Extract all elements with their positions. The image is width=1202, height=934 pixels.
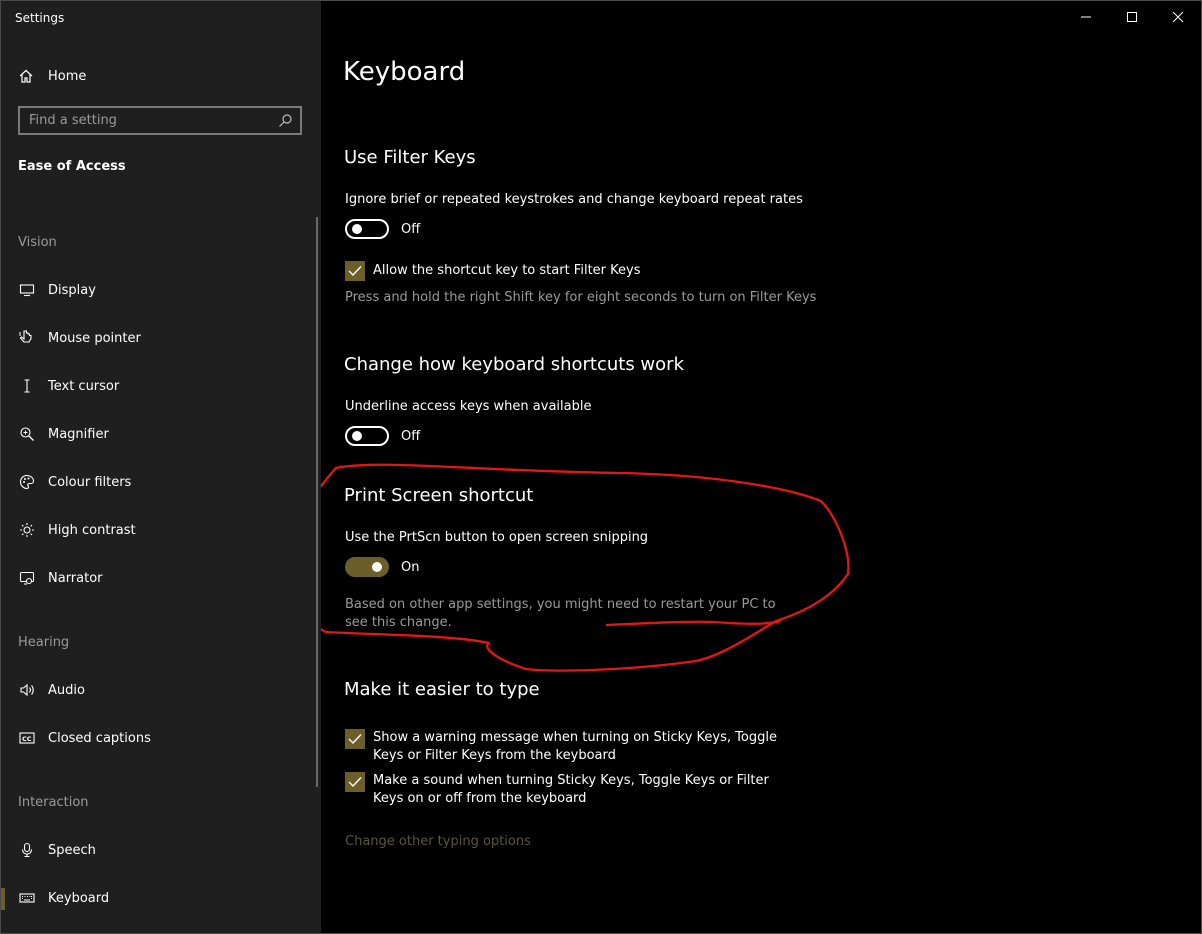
filter-keys-toggle[interactable] (345, 219, 389, 239)
keyboard-icon (18, 889, 36, 907)
print-screen-note: Based on other app settings, you might n… (345, 597, 776, 630)
sound-checkbox-row[interactable]: Make a sound when turning Sticky Keys, T… (345, 772, 793, 808)
sidebar-item-audio[interactable]: Audio (1, 672, 313, 708)
close-icon (1172, 11, 1184, 23)
print-screen-toggle[interactable] (345, 557, 389, 577)
checkmark-icon (348, 266, 362, 277)
print-screen-description: Use the PrtScn button to open screen sni… (345, 530, 649, 545)
display-icon (18, 281, 36, 299)
closed-captions-icon: CC (18, 729, 36, 747)
sidebar-item-label: Narrator (48, 570, 103, 586)
text-cursor-icon (18, 377, 36, 395)
checkbox-label: Make a sound when turning Sticky Keys, T… (373, 773, 769, 806)
group-label-hearing: Hearing (18, 635, 70, 650)
print-screen-heading: Print Screen shortcut (344, 485, 534, 506)
close-button[interactable] (1155, 1, 1201, 33)
checkbox-label: Allow the shortcut key to start Filter K… (373, 263, 641, 278)
sidebar-item-mouse-pointer[interactable]: Mouse pointer (1, 320, 313, 356)
filter-keys-description: Ignore brief or repeated keystrokes and … (345, 192, 803, 207)
underline-keys-toggle-row[interactable]: Off (345, 426, 420, 446)
app-title: Settings (15, 11, 65, 25)
sidebar: Settings Home Ease of Access Vision Disp… (1, 1, 321, 933)
typing-heading: Make it easier to type (344, 679, 540, 700)
magnifier-icon (18, 425, 36, 443)
svg-text:CC: CC (22, 735, 32, 743)
filter-keys-shortcut-checkbox[interactable] (345, 261, 365, 281)
sidebar-item-label: Colour filters (48, 474, 132, 490)
underline-keys-toggle[interactable] (345, 426, 389, 446)
section-title: Ease of Access (18, 159, 126, 174)
home-nav-item[interactable]: Home (18, 65, 86, 87)
sound-checkbox[interactable] (345, 772, 365, 792)
shortcuts-heading: Change how keyboard shortcuts work (344, 354, 684, 375)
mouse-pointer-icon (18, 329, 36, 347)
checkbox-label: Show a warning message when turning on S… (373, 730, 777, 763)
sidebar-scrollbar[interactable] (316, 217, 318, 787)
page-title: Keyboard (343, 57, 466, 87)
search-input[interactable] (20, 112, 277, 129)
sidebar-item-speech[interactable]: Speech (1, 832, 313, 868)
narrator-icon (18, 569, 36, 587)
sidebar-item-keyboard[interactable]: Keyboard (1, 880, 313, 916)
sidebar-item-display[interactable]: Display (1, 272, 313, 308)
sidebar-item-colour-filters[interactable]: Colour filters (1, 464, 313, 500)
search-box[interactable] (18, 106, 302, 135)
sidebar-item-magnifier[interactable]: Magnifier (1, 416, 313, 452)
filter-keys-note: Press and hold the right Shift key for e… (345, 290, 817, 305)
sidebar-item-label: Mouse pointer (48, 330, 141, 346)
sidebar-item-closed-captions[interactable]: CC Closed captions (1, 720, 313, 756)
home-icon (19, 69, 33, 83)
sidebar-item-label: Closed captions (48, 730, 151, 746)
checkmark-icon (348, 734, 362, 745)
sidebar-item-label: High contrast (48, 522, 136, 538)
sidebar-item-label: Display (48, 282, 96, 298)
active-indicator (1, 888, 5, 910)
toggle-state-label: On (401, 559, 420, 575)
sidebar-item-label: Magnifier (48, 426, 109, 442)
shortcuts-description: Underline access keys when available (345, 399, 592, 414)
sidebar-item-label: Text cursor (48, 378, 120, 394)
print-screen-toggle-row[interactable]: On (345, 557, 419, 577)
filter-keys-toggle-row[interactable]: Off (345, 219, 420, 239)
checkmark-icon (348, 777, 362, 788)
maximize-icon (1127, 12, 1137, 22)
filter-keys-shortcut-checkbox-row[interactable]: Allow the shortcut key to start Filter K… (345, 261, 793, 281)
toggle-state-label: Off (401, 221, 421, 237)
colour-filters-icon (18, 473, 36, 491)
sidebar-item-label: Keyboard (48, 890, 110, 906)
group-label-vision: Vision (18, 235, 57, 250)
sidebar-item-label: Speech (48, 842, 96, 858)
home-label: Home (48, 68, 87, 84)
sidebar-item-narrator[interactable]: Narrator (1, 560, 313, 596)
toggle-knob (352, 431, 362, 441)
maximize-button[interactable] (1109, 1, 1155, 33)
filter-keys-heading: Use Filter Keys (344, 147, 476, 168)
sidebar-item-text-cursor[interactable]: Text cursor (1, 368, 313, 404)
change-typing-options-link[interactable]: Change other typing options (345, 834, 531, 849)
group-label-interaction: Interaction (18, 795, 89, 810)
warning-message-checkbox-row[interactable]: Show a warning message when turning on S… (345, 729, 793, 765)
minimize-icon (1081, 16, 1091, 18)
toggle-state-label: Off (401, 428, 421, 444)
sidebar-item-label: Audio (48, 682, 85, 698)
audio-icon (18, 681, 36, 699)
toggle-knob (352, 224, 362, 234)
sidebar-item-high-contrast[interactable]: High contrast (1, 512, 313, 548)
search-icon[interactable] (277, 113, 293, 129)
warning-message-checkbox[interactable] (345, 729, 365, 749)
high-contrast-icon (18, 521, 36, 539)
main-content: Keyboard Use Filter Keys Ignore brief or… (321, 1, 1201, 933)
microphone-icon (18, 841, 36, 859)
minimize-button[interactable] (1063, 1, 1109, 33)
toggle-knob (372, 562, 382, 572)
